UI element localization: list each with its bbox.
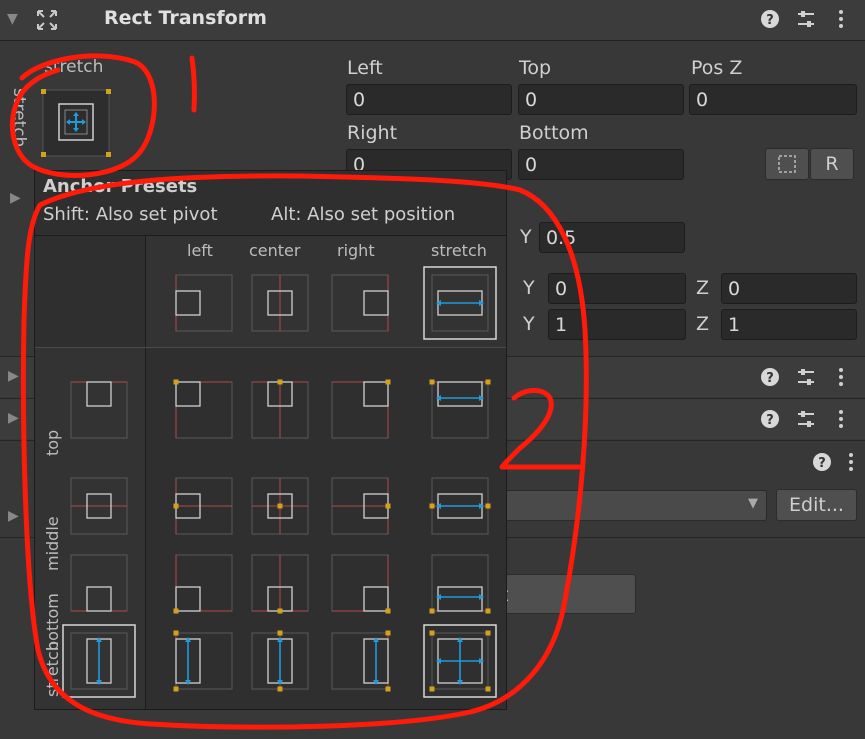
posz-label: Pos Z (691, 57, 743, 79)
expand-arrow-icon[interactable]: ▶ (8, 508, 19, 524)
rotation-y-field[interactable]: 0 (548, 273, 686, 304)
svg-text:?: ? (766, 13, 774, 28)
scale-z-label: Z (696, 313, 710, 335)
bottom-label: Bottom (519, 122, 589, 144)
preset-top-right[interactable] (331, 379, 391, 439)
preset-top-stretch[interactable] (429, 379, 491, 439)
pivot-y-field[interactable]: 0.5 (539, 222, 685, 253)
help-icon[interactable]: ? (759, 408, 781, 430)
kebab-menu-icon[interactable] (830, 408, 852, 430)
anchor-vertical-label-wrap: stretch (7, 88, 31, 148)
rect-transform-icon (37, 10, 57, 30)
left-field[interactable]: 0 (346, 84, 512, 115)
anchor-horizontal-label: stretch (44, 57, 104, 77)
add-component-button[interactable]: t (490, 574, 636, 614)
right-label: Right (347, 122, 398, 144)
preset-settings-icon[interactable] (795, 366, 817, 388)
component-title: Rect Transform (104, 7, 267, 29)
help-icon[interactable]: ? (811, 451, 833, 473)
anchor-vertical-label: stretch (9, 88, 29, 148)
preset-stretch-stretch[interactable] (423, 624, 497, 698)
pivot-y-label: Y (520, 226, 532, 248)
preset-stretch-right[interactable] (331, 630, 391, 692)
preset-header-left[interactable] (175, 274, 233, 332)
preset-header-center[interactable] (251, 274, 309, 332)
top-field[interactable]: 0 (518, 84, 684, 115)
chevron-down-icon: ▼ (748, 496, 758, 511)
svg-text:?: ? (766, 371, 774, 386)
preset-bottom-center[interactable] (251, 554, 309, 614)
preset-bottom-right[interactable] (331, 554, 391, 614)
scale-y-field[interactable]: 1 (548, 309, 686, 340)
rotation-y-label: Y (523, 277, 535, 299)
preset-top-left[interactable] (173, 379, 233, 439)
blueprint-mode-button[interactable] (765, 148, 809, 180)
preset-middle-center[interactable] (251, 477, 309, 535)
expand-arrow-icon[interactable]: ▶ (8, 410, 19, 426)
expand-arrow-icon[interactable]: ▶ (10, 190, 21, 206)
top-label: Top (519, 57, 552, 79)
preset-stretch-center[interactable] (251, 630, 309, 692)
preset-stretch-left[interactable] (173, 630, 233, 692)
scale-z-field[interactable]: 1 (721, 309, 857, 340)
preset-top-center[interactable] (251, 379, 309, 439)
rotation-z-field[interactable]: 0 (721, 273, 857, 304)
kebab-menu-icon[interactable] (830, 366, 852, 388)
preset-middle-stretch[interactable] (429, 477, 491, 535)
svg-text:?: ? (818, 456, 826, 471)
preset-header-right[interactable] (331, 274, 389, 332)
left-label: Left (347, 57, 383, 79)
preset-middle-right[interactable] (331, 477, 391, 535)
bottom-field[interactable]: 0 (518, 149, 684, 180)
anchor-preset-button[interactable] (40, 88, 112, 158)
preset-header-stretch[interactable] (423, 266, 497, 340)
edit-button[interactable]: Edit... (776, 489, 857, 521)
preset-bottom-left[interactable] (173, 554, 233, 614)
dropdown[interactable]: ▼ (505, 490, 767, 521)
rotation-z-label: Z (696, 277, 710, 299)
scale-y-label: Y (523, 313, 535, 335)
kebab-menu-icon[interactable] (840, 451, 862, 473)
svg-text:?: ? (766, 413, 774, 428)
collapse-arrow-icon[interactable]: ▼ (7, 11, 18, 27)
preset-settings-icon[interactable] (795, 408, 817, 430)
help-icon[interactable]: ? (759, 8, 781, 30)
preset-grid (62, 266, 497, 698)
preset-row-header-stretch[interactable] (62, 624, 136, 698)
preset-row-header-bottom[interactable] (70, 554, 128, 612)
preset-row-header-top[interactable] (70, 381, 128, 439)
expand-arrow-icon[interactable]: ▶ (8, 368, 19, 384)
preset-settings-icon[interactable] (795, 8, 817, 30)
help-icon[interactable]: ? (759, 366, 781, 388)
preset-middle-left[interactable] (173, 477, 233, 535)
annotation-number-1 (189, 55, 197, 113)
posz-field[interactable]: 0 (689, 84, 857, 115)
preset-bottom-stretch[interactable] (429, 554, 491, 614)
raw-edit-button[interactable]: R (810, 148, 854, 180)
kebab-menu-icon[interactable] (830, 8, 852, 30)
anchor-presets-popup: Anchor Presets Shift: Also set pivot Alt… (34, 170, 507, 710)
preset-row-header-middle[interactable] (70, 477, 128, 535)
blueprint-icon (778, 155, 796, 173)
